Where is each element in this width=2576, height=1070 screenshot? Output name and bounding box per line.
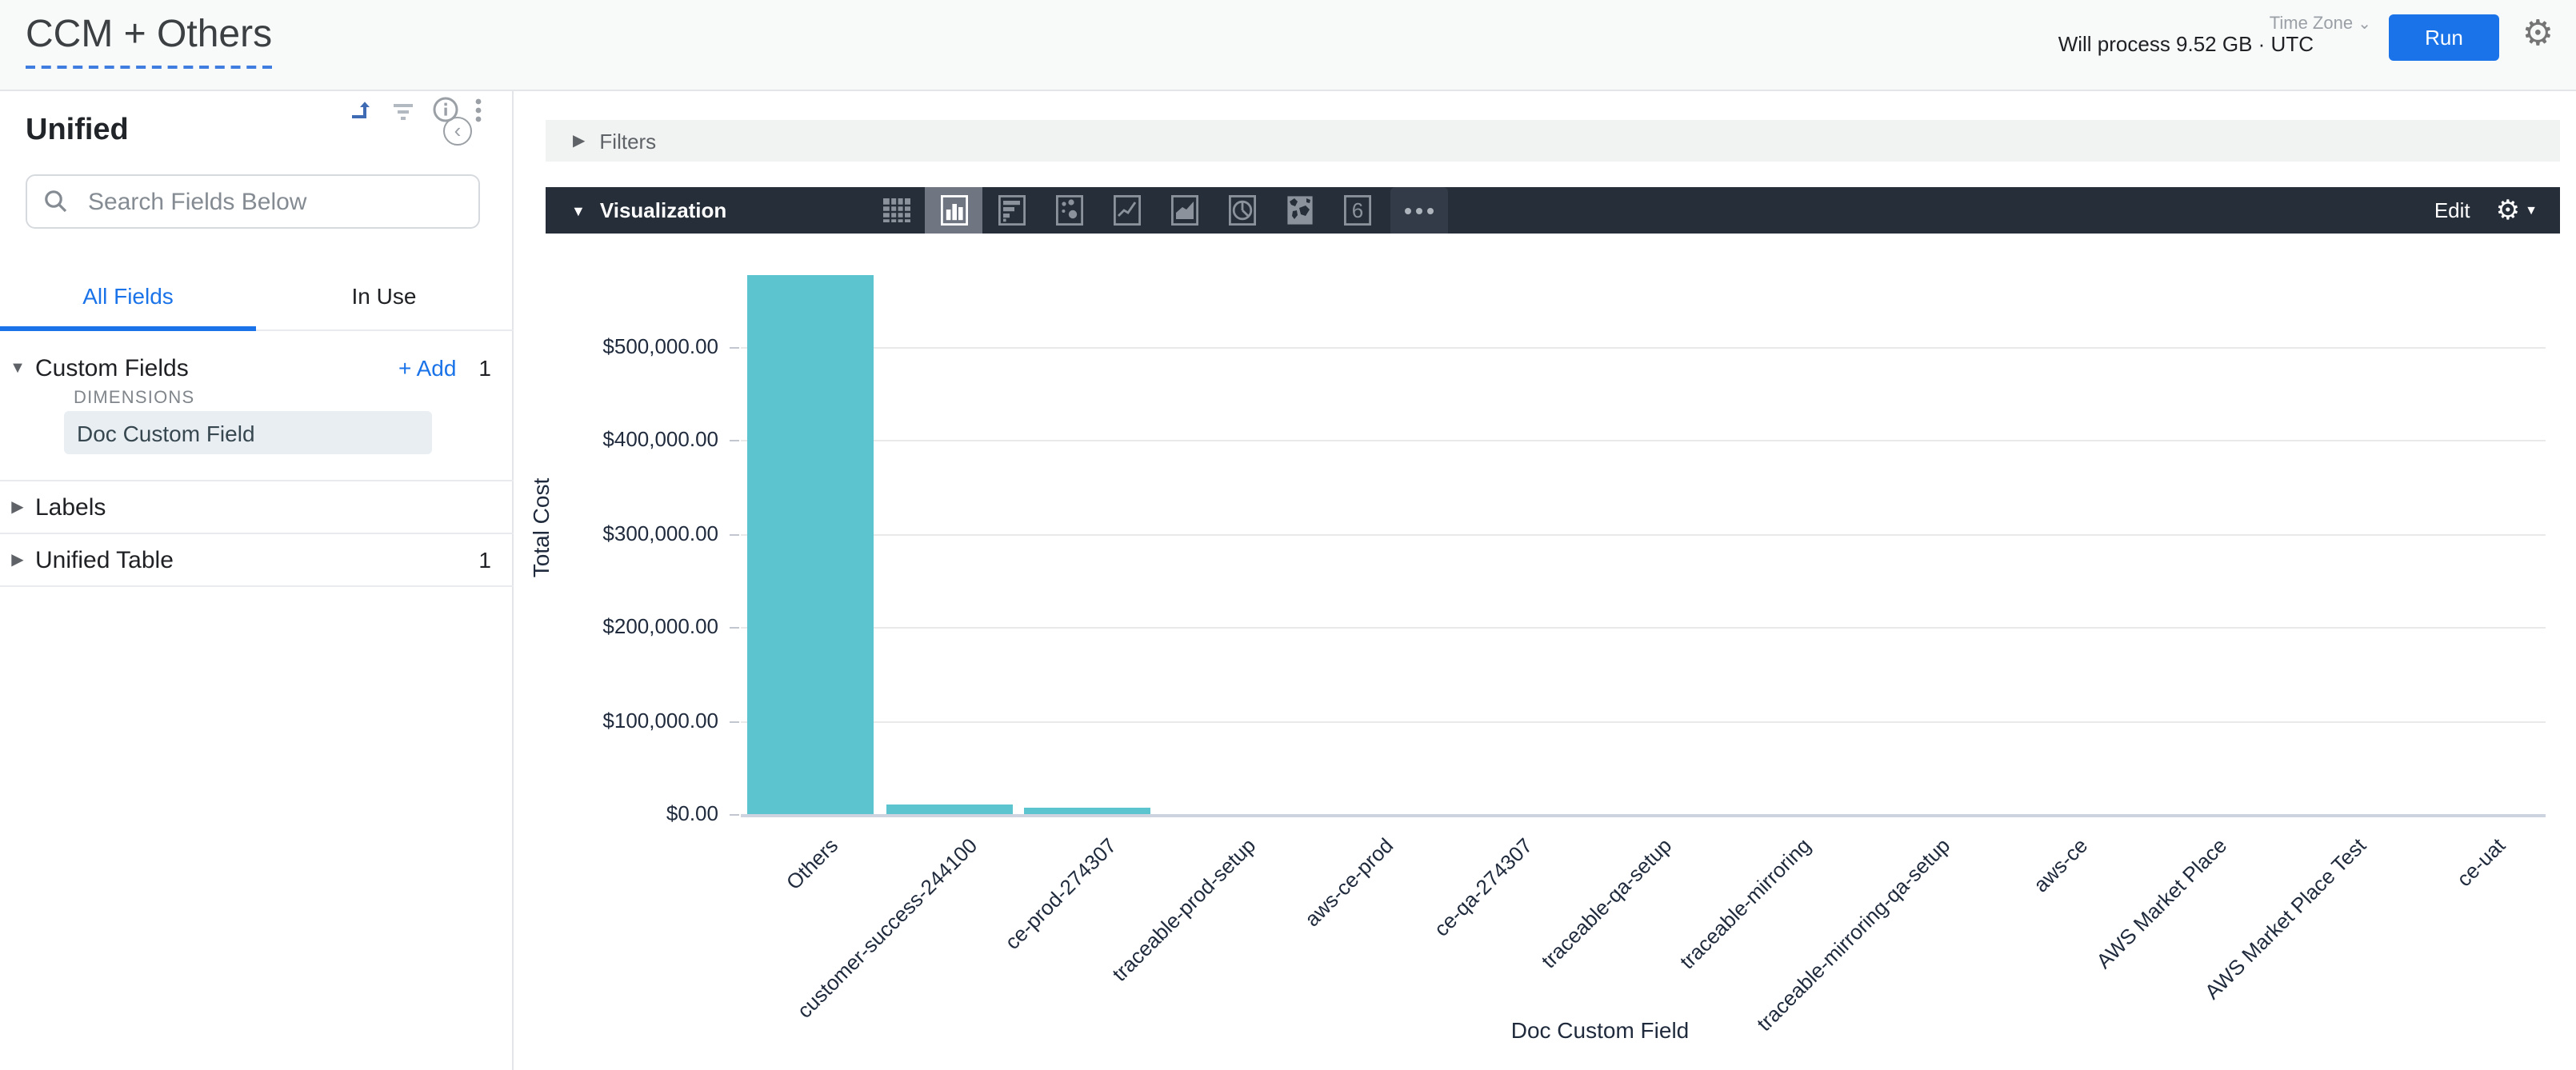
y-axis-tick [730, 814, 739, 816]
process-info: Will process 9.52 GB · UTC [2058, 32, 2314, 56]
gridline [741, 347, 2546, 349]
y-axis-tick [730, 534, 739, 536]
y-axis-tick-label: $500,000.00 [526, 334, 718, 358]
y-axis-tick-label: $100,000.00 [526, 708, 718, 732]
top-header: CCM + Others Time Zone ⌄ Will process 9.… [0, 0, 2576, 91]
field-doc-custom-field[interactable]: Doc Custom Field [64, 411, 432, 454]
x-axis-label: traceable-prod-setup [1107, 833, 1260, 986]
page-title[interactable]: CCM + Others [26, 13, 272, 69]
custom-fields-count: 1 [478, 355, 491, 381]
caret-right-icon: ▶ [0, 498, 35, 516]
x-axis-label: Others [782, 833, 842, 894]
viz-type-picker: 6 [867, 187, 1448, 234]
y-axis-tick [730, 721, 739, 722]
caret-right-icon: ▶ [573, 132, 585, 150]
field-picker-sidebar: Unified ‹ All Fields In Use ▼ Custom Fie… [0, 91, 514, 1070]
section-labels[interactable]: ▶ Labels [0, 481, 514, 533]
x-axis-label: aws-ce [2029, 833, 2092, 896]
y-axis-tick [730, 627, 739, 629]
viz-type-line-icon[interactable] [1098, 187, 1155, 234]
caret-right-icon: ▶ [0, 551, 35, 569]
pivot-icon[interactable] [349, 97, 374, 122]
caret-down-icon: ▼ [0, 359, 35, 377]
explore-page: CCM + Others Time Zone ⌄ Will process 9.… [0, 0, 2576, 1070]
main-content: ▶ Filters ▼ Visualization [515, 91, 2576, 1070]
explore-name: Unified [26, 114, 129, 149]
bar[interactable] [1024, 808, 1150, 814]
y-axis-tick-label: $0.00 [526, 801, 718, 825]
viz-type-map-icon[interactable] [1270, 187, 1328, 234]
bar[interactable] [886, 804, 1013, 814]
add-custom-field-button[interactable]: + Add [398, 355, 456, 381]
visualization-label: Visualization [600, 198, 726, 222]
x-axis-label: AWS Market Place [2091, 833, 2231, 973]
y-axis-tick-label: $300,000.00 [526, 521, 718, 545]
timezone-label: Time Zone [2270, 14, 2353, 34]
single-value-glyph: 6 [1351, 198, 1362, 222]
search-input[interactable] [85, 186, 462, 217]
x-axis-label: AWS Market Place Test [2200, 833, 2370, 1004]
edit-button[interactable]: Edit [2434, 198, 2470, 222]
x-axis-label: traceable-mirroring [1675, 833, 1815, 973]
caret-down-icon[interactable]: ▼ [571, 202, 586, 218]
section-unified-table[interactable]: ▶ Unified Table 1 [0, 534, 514, 585]
sidebar-tabs: All Fields In Use [0, 261, 514, 331]
bar-chart: Total Cost Doc Custom Field $500,000.00$… [515, 234, 2576, 1070]
filters-expander[interactable]: ▶ Filters [546, 120, 2560, 162]
dimensions-group-label: DIMENSIONS [74, 389, 194, 408]
settings-gear-icon[interactable]: ⚙ [2522, 16, 2554, 51]
tab-all-fields[interactable]: All Fields [0, 261, 256, 329]
chevron-down-icon: ⌄ [2358, 16, 2371, 34]
section-custom-fields[interactable]: ▼ Custom Fields + Add 1 [0, 347, 514, 389]
tab-in-use[interactable]: In Use [256, 261, 512, 329]
x-axis-label: ce-qa-274307 [1430, 833, 1538, 941]
viz-type-table-icon[interactable] [867, 187, 925, 234]
viz-type-bar-icon[interactable] [982, 187, 1040, 234]
viz-settings-gear-icon[interactable]: ⚙▼ [2496, 194, 2538, 226]
kebab-menu-icon[interactable] [475, 97, 482, 122]
y-axis-tick-label: $200,000.00 [526, 614, 718, 638]
gridline [741, 627, 2546, 629]
x-axis-label: traceable-qa-setup [1537, 833, 1677, 973]
filters-label: Filters [599, 129, 656, 153]
unified-table-count: 1 [478, 547, 491, 573]
timezone-dropdown[interactable]: Time Zone ⌄ [2270, 14, 2371, 34]
viz-type-column-icon[interactable] [925, 187, 982, 234]
visualization-toolbar: ▼ Visualization [546, 187, 2560, 234]
info-icon[interactable] [432, 96, 459, 123]
x-axis-label: ce-uat [2452, 833, 2510, 891]
viz-type-scatter-icon[interactable] [1040, 187, 1098, 234]
x-axis-label: aws-ce-prod [1300, 833, 1398, 931]
caret-down-icon: ▼ [2525, 203, 2538, 218]
x-axis-title: Doc Custom Field [1511, 1017, 1690, 1043]
viz-type-more-icon[interactable] [1390, 187, 1448, 234]
search-field-container [26, 174, 480, 229]
viz-type-area-icon[interactable] [1155, 187, 1213, 234]
viz-type-single-value-icon[interactable]: 6 [1328, 187, 1386, 234]
y-axis-tick [730, 347, 739, 349]
y-axis-tick [730, 441, 739, 442]
run-button[interactable]: Run [2389, 14, 2499, 61]
y-axis-tick-label: $400,000.00 [526, 428, 718, 452]
viz-type-pie-icon[interactable] [1213, 187, 1270, 234]
bar[interactable] [747, 275, 874, 814]
gridline [741, 814, 2546, 817]
gridline [741, 441, 2546, 442]
search-icon [43, 189, 69, 214]
gridline [741, 534, 2546, 536]
gridline [741, 721, 2546, 722]
filter-icon[interactable] [390, 97, 416, 122]
x-axis-label: ce-prod-274307 [1000, 833, 1121, 954]
